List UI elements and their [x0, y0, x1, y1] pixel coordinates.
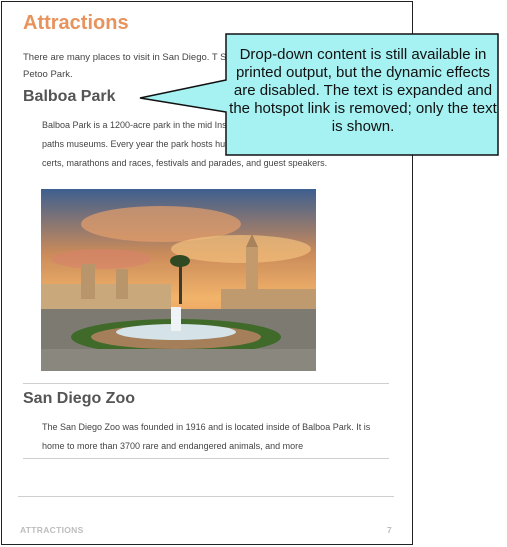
footer-chapter-label: ATTRACTIONS: [20, 525, 84, 535]
footer-divider: [18, 496, 394, 497]
footer-page-number: 7: [387, 525, 392, 535]
section-divider: [23, 458, 389, 459]
section-divider: [23, 383, 389, 384]
san-diego-zoo-text: The San Diego Zoo was founded in 1916 an…: [42, 422, 371, 451]
san-diego-zoo-heading: San Diego Zoo: [23, 390, 135, 407]
callout-text: Drop-down content is still available in …: [229, 46, 497, 135]
balboa-park-photo: [41, 189, 316, 371]
balboa-park-heading: Balboa Park: [23, 88, 116, 105]
page-title: Attractions: [23, 12, 129, 34]
